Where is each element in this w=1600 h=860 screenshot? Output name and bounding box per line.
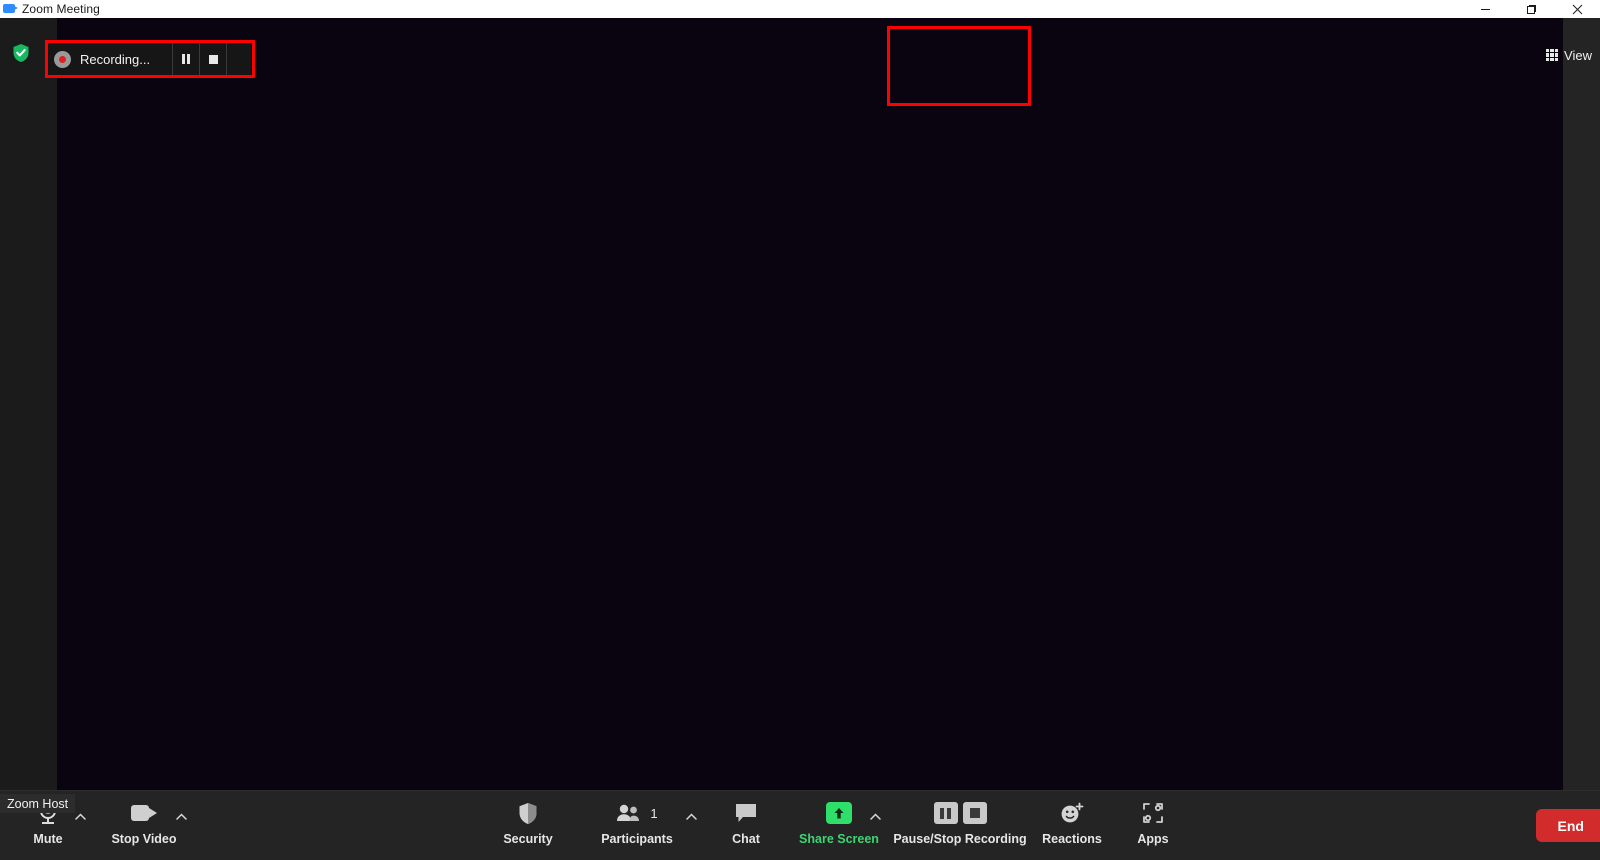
pause-stop-icon	[933, 801, 987, 825]
meeting-toolbar: Mute Stop Video Security 1 Participants …	[0, 790, 1600, 860]
window-title: Zoom Meeting	[22, 2, 100, 16]
recording-status-label: Recording...	[80, 51, 151, 67]
chat-bubble-icon	[734, 801, 758, 825]
view-button-label: View	[1564, 47, 1592, 63]
toolbar-item-chat[interactable]: Chat	[718, 791, 774, 860]
close-icon[interactable]	[1554, 0, 1600, 18]
toolbar-label-participants: Participants	[601, 832, 673, 846]
video-stage	[57, 18, 1563, 790]
pause-icon	[933, 802, 958, 824]
toolbar-item-stop-video[interactable]: Stop Video	[100, 791, 188, 860]
share-arrow-up-icon	[826, 801, 852, 825]
stop-icon	[208, 54, 218, 64]
video-options-caret-icon[interactable]	[176, 813, 187, 820]
share-options-caret-icon[interactable]	[870, 813, 881, 820]
window-controls	[1462, 0, 1600, 18]
toolbar-item-reactions[interactable]: Reactions	[1035, 791, 1109, 860]
toolbar-item-share-screen[interactable]: Share Screen	[790, 791, 888, 860]
stage-right-gutter	[1563, 18, 1600, 790]
minimize-icon[interactable]	[1462, 0, 1508, 18]
smiley-plus-icon	[1059, 801, 1085, 825]
recording-stop-button[interactable]	[199, 43, 226, 75]
video-camera-icon	[131, 801, 157, 825]
participants-count: 1	[650, 805, 658, 821]
toolbar-item-apps[interactable]: Apps	[1126, 791, 1180, 860]
pause-icon	[182, 54, 191, 64]
recording-indicator: Recording...	[48, 43, 252, 75]
stage-left-gutter	[0, 18, 57, 790]
participant-name-tag: Zoom Host	[0, 794, 76, 813]
grid-view-icon	[1546, 49, 1559, 61]
view-button[interactable]: View	[1540, 44, 1600, 66]
recording-dot-icon	[54, 50, 71, 68]
toolbar-label-stop-video: Stop Video	[111, 832, 177, 846]
toolbar-label-apps: Apps	[1137, 832, 1169, 846]
toolbar-label-security: Security	[503, 832, 553, 846]
mute-options-caret-icon[interactable]	[75, 813, 86, 820]
meeting-body: Recording... View Zoom Host Mute Stop Vi…	[0, 18, 1600, 860]
zoom-meeting-window: Zoom Meeting Recording... View Zoom Host…	[0, 0, 1600, 860]
toolbar-label-chat: Chat	[732, 832, 760, 846]
recording-pause-button[interactable]	[172, 43, 199, 75]
zoom-camera-icon	[3, 2, 18, 16]
stop-icon	[962, 802, 987, 824]
toolbar-item-security[interactable]: Security	[494, 791, 562, 860]
toolbar-item-participants[interactable]: 1 Participants	[590, 791, 684, 860]
toolbar-label-reactions: Reactions	[1042, 832, 1102, 846]
people-icon: 1	[616, 801, 658, 825]
recording-bar-tail	[226, 43, 251, 75]
apps-bracket-icon	[1141, 801, 1165, 825]
participants-options-caret-icon[interactable]	[686, 813, 697, 820]
window-title-bar: Zoom Meeting	[0, 0, 1600, 18]
toolbar-label-share-screen: Share Screen	[799, 832, 879, 846]
green-shield-check-icon[interactable]	[12, 43, 30, 63]
toolbar-label-pause-stop-recording: Pause/Stop Recording	[893, 832, 1027, 846]
maximize-icon[interactable]	[1508, 0, 1554, 18]
end-meeting-button[interactable]: End	[1535, 809, 1600, 842]
toolbar-label-mute: Mute	[33, 832, 63, 846]
toolbar-item-pause-stop-recording[interactable]: Pause/Stop Recording	[890, 791, 1030, 860]
shield-icon	[518, 801, 538, 825]
